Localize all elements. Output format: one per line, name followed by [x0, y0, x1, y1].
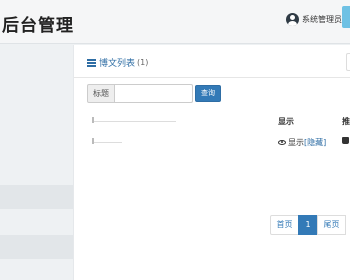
user-circle-icon: [286, 12, 299, 26]
table-cell-marker: [92, 117, 94, 123]
panel-tool-button[interactable]: [346, 53, 350, 71]
list-icon: [87, 58, 96, 67]
post-count: (1): [137, 58, 149, 67]
eye-icon: [278, 140, 286, 145]
sidebar-item[interactable]: [0, 235, 73, 259]
divider: [74, 77, 350, 78]
search-button[interactable]: 查询: [195, 85, 221, 102]
first-page-button[interactable]: 首页: [270, 215, 299, 235]
user-menu[interactable]: 系统管理员: [286, 9, 342, 29]
panel-heading: 博文列表 (1): [87, 56, 148, 69]
column-header-show: 显示: [278, 117, 294, 126]
user-name: 系统管理员: [302, 14, 342, 24]
main-panel: 博文列表 (1) 标题 查询 显示 推 显示 [隐藏] 首页 1 尾页: [73, 45, 350, 280]
panel-title: 博文列表: [99, 59, 136, 69]
table-row: 显示 [隐藏]: [278, 137, 326, 148]
sidebar-item[interactable]: [0, 185, 73, 209]
table-row-divider: [92, 121, 176, 122]
search-field-label: 标题: [87, 84, 115, 103]
thumbs-up-icon[interactable]: [342, 137, 349, 144]
top-bar: 后台管理 系统管理员: [0, 0, 350, 44]
column-header-recommend: 推: [342, 117, 350, 126]
show-status: 显示: [288, 138, 304, 147]
current-page-button[interactable]: 1: [298, 215, 318, 235]
hide-link[interactable]: [隐藏]: [304, 137, 326, 148]
table-cell-marker: [92, 138, 94, 144]
sidebar: [0, 45, 73, 280]
table-row-divider: [92, 142, 122, 143]
top-action-button[interactable]: [342, 6, 350, 28]
last-page-button[interactable]: 尾页: [317, 215, 346, 235]
title-search-input[interactable]: [115, 84, 193, 103]
app-title: 后台管理: [2, 16, 74, 36]
